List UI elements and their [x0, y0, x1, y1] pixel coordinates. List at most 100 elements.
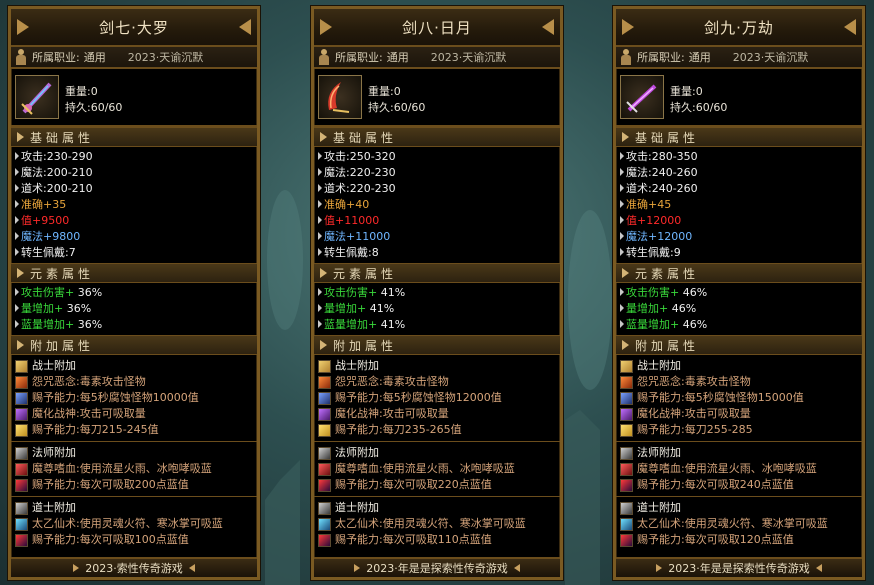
- element-line: 攻击伤害+ 41%: [314, 285, 560, 301]
- skill-icon: [15, 517, 28, 531]
- bullet-icon: [15, 304, 19, 312]
- taoist-group: 道士附加 太乙仙术:使用灵魂火符、寒冰掌可吸蓝 赐予能力:每次可吸取110点蓝值: [314, 496, 560, 551]
- bullet-icon: [620, 248, 624, 256]
- bullet-icon: [620, 320, 624, 328]
- skill-icon: [15, 423, 28, 437]
- arrow-icon: [73, 564, 80, 572]
- reborn-line: 转生佩戴:7: [11, 245, 257, 261]
- group-line: 赐予能力:每刀255-285: [616, 422, 862, 438]
- section-element-header: 元素属性: [11, 263, 257, 283]
- taoist-icon: [318, 501, 331, 515]
- violet-blade-icon: [626, 84, 657, 113]
- group-line: 赐予能力:每刀215-245值: [11, 422, 257, 438]
- bullet-icon: [15, 152, 19, 160]
- arrow-left-icon[interactable]: [17, 19, 29, 35]
- mp-line: 魔法+12000: [616, 229, 862, 245]
- item-slot[interactable]: [620, 75, 664, 119]
- bullet-icon: [15, 216, 19, 224]
- triangle-icon: [17, 132, 24, 142]
- item-info: 重量:0 持久:60/60: [11, 69, 257, 127]
- item-slot[interactable]: [318, 75, 362, 119]
- group-line: 魔化战神:攻击可吸取量: [314, 406, 560, 422]
- skill-icon: [620, 375, 633, 389]
- panel-title: 剑八·日月: [314, 9, 560, 47]
- accuracy-line: 准确+45: [616, 197, 862, 213]
- warrior-icon: [318, 359, 331, 373]
- panel-title: 剑九·万劫: [616, 9, 862, 47]
- group-header: 战士附加: [11, 358, 257, 374]
- triangle-icon: [320, 268, 327, 278]
- attr-line: 攻击:230-290: [11, 149, 257, 165]
- skill-icon: [318, 391, 331, 405]
- group-line: 赐予能力:每次可吸取240点蓝值: [616, 477, 862, 493]
- job-row: 所属职业: 通用 2023·天谕沉默: [314, 47, 560, 69]
- item-info: 重量:0 持久:60/60: [314, 69, 560, 127]
- person-icon: [317, 49, 331, 65]
- item-panel-3: 剑九·万劫 所属职业: 通用 2023·天谕沉默 重量:0 持久:60/60 基…: [613, 6, 865, 580]
- group-header: 法师附加: [314, 445, 560, 461]
- bullet-icon: [620, 232, 624, 240]
- basic-attributes: 攻击:250-320 魔法:220-230 道术:220-230 准确+40 值…: [314, 147, 560, 263]
- section-basic-header: 基础属性: [314, 127, 560, 147]
- attr-line: 魔法:240-260: [616, 165, 862, 181]
- attr-line: 道术:200-210: [11, 181, 257, 197]
- job-label: 所属职业:: [335, 51, 383, 64]
- element-attributes: 攻击伤害+ 36% 量增加+ 36% 蓝量增加+ 36%: [11, 283, 257, 335]
- group-line: 魔尊嗜血:使用流星火雨、冰咆哮吸蓝: [11, 461, 257, 477]
- bullet-icon: [15, 320, 19, 328]
- durability-text: 持久:60/60: [670, 101, 728, 114]
- panel-footer: 2023·年是是探索性传奇游戏: [616, 557, 862, 577]
- panel-footer: 2023·索性传奇游戏: [11, 557, 257, 577]
- hp-line: 值+9500: [11, 213, 257, 229]
- arrow-right-icon[interactable]: [542, 19, 554, 35]
- arrow-right-icon[interactable]: [844, 19, 856, 35]
- accuracy-line: 准确+35: [11, 197, 257, 213]
- skill-icon: [318, 375, 331, 389]
- group-header: 法师附加: [616, 445, 862, 461]
- group-line: 赐予能力:每次可吸取120点蓝值: [616, 532, 862, 548]
- group-line: 赐予能力:每5秒腐蚀怪物15000值: [616, 390, 862, 406]
- element-line: 攻击伤害+ 36%: [11, 285, 257, 301]
- group-line: 赐予能力:每5秒腐蚀怪物12000值: [314, 390, 560, 406]
- skill-icon: [620, 533, 633, 547]
- item-panel-2: 剑八·日月 所属职业: 通用 2023·天谕沉默 重量:0 持久:60/60 基…: [311, 6, 563, 580]
- skill-icon: [15, 478, 28, 492]
- element-line: 蓝量增加+ 41%: [314, 317, 560, 333]
- panel-title: 剑七·大罗: [11, 9, 257, 47]
- basic-attributes: 攻击:230-290 魔法:200-210 道术:200-210 准确+35 值…: [11, 147, 257, 263]
- arrow-icon: [188, 564, 195, 572]
- arrow-icon: [354, 564, 361, 572]
- durability-text: 持久:60/60: [368, 101, 426, 114]
- skill-icon: [318, 517, 331, 531]
- group-line: 太乙仙术:使用灵魂火符、寒冰掌可吸蓝: [11, 516, 257, 532]
- skill-icon: [620, 423, 633, 437]
- job-value: 通用: [688, 51, 711, 64]
- skill-icon: [620, 478, 633, 492]
- bullet-icon: [318, 248, 322, 256]
- group-line: 赐予能力:每次可吸取100点蓝值: [11, 532, 257, 548]
- group-line: 魔尊嗜血:使用流星火雨、冰咆哮吸蓝: [616, 461, 862, 477]
- group-header: 道士附加: [616, 500, 862, 516]
- bullet-icon: [15, 248, 19, 256]
- arrow-right-icon[interactable]: [239, 19, 251, 35]
- job-label: 所属职业:: [32, 51, 80, 64]
- arrow-left-icon[interactable]: [622, 19, 634, 35]
- skill-icon: [318, 478, 331, 492]
- bullet-icon: [620, 304, 624, 312]
- item-slot[interactable]: [15, 75, 59, 119]
- bullet-icon: [620, 184, 624, 192]
- bullet-icon: [318, 168, 322, 176]
- skill-icon: [15, 375, 28, 389]
- triangle-icon: [622, 268, 629, 278]
- arrow-left-icon[interactable]: [320, 19, 332, 35]
- bullet-icon: [620, 152, 624, 160]
- group-header: 道士附加: [314, 500, 560, 516]
- mage-group: 法师附加 魔尊嗜血:使用流星火雨、冰咆哮吸蓝 赐予能力:每次可吸取200点蓝值: [11, 441, 257, 496]
- durability-text: 持久:60/60: [65, 101, 123, 114]
- bullet-icon: [318, 200, 322, 208]
- job-row: 所属职业: 通用 2023·天谕沉默: [616, 47, 862, 69]
- element-attributes: 攻击伤害+ 46% 量增加+ 46% 蓝量增加+ 46%: [616, 283, 862, 335]
- mp-line: 魔法+11000: [314, 229, 560, 245]
- warrior-group: 战士附加 怨咒恶念:毒素攻击怪物 赐予能力:每5秒腐蚀怪物10000值 魔化战神…: [11, 355, 257, 441]
- mage-icon: [318, 446, 331, 460]
